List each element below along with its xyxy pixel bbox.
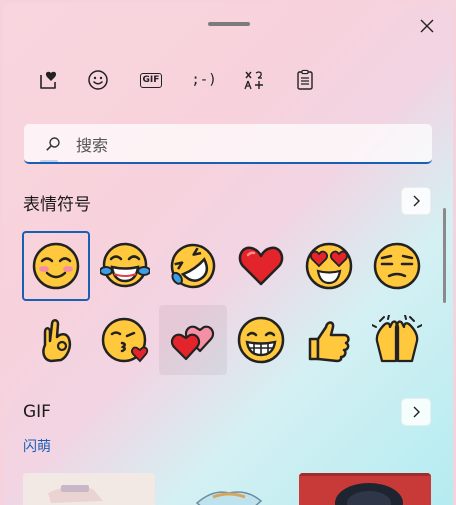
search-input[interactable] [76,134,416,156]
smiling-face-icon [32,242,80,290]
thumbs-up-icon [308,321,350,363]
heart-eyes-icon [305,242,353,290]
emoji-panel: GIF ;-) 表情符号 [3,3,453,505]
emoji-heart-icon [40,71,57,89]
emoji-thumbs-up[interactable] [295,305,363,375]
emoji-tears-of-joy[interactable] [91,231,159,301]
unamused-face-icon [373,242,421,290]
search-box[interactable] [24,124,432,164]
gif-preview-image [299,473,431,505]
emoji-kissing-heart[interactable] [91,305,159,375]
tab-gif[interactable]: GIF [131,63,171,97]
emoji-smiling-face[interactable] [22,231,90,301]
emoji-ok-hand[interactable] [22,305,90,375]
gif-provider-label: 闪萌 [23,439,51,455]
smiley-icon [88,70,108,90]
gif-preview-image [23,473,155,505]
emoji-grinning-face[interactable] [227,305,295,375]
red-heart-icon [238,246,284,286]
tab-kaomoji[interactable]: ;-) [184,63,224,97]
tears-of-joy-icon [100,242,150,288]
tab-symbols[interactable] [234,63,274,97]
ok-hand-icon [42,319,72,363]
emoji-more-button[interactable] [401,187,431,215]
emoji-two-hearts[interactable] [159,305,227,375]
chevron-right-icon [413,406,420,418]
gif-thumbnail-1[interactable] [23,473,155,505]
gif-thumbnail-3[interactable] [299,473,431,505]
gif-more-button[interactable] [401,398,431,426]
gif-icon: GIF [139,72,163,88]
symbols-icon [244,71,263,90]
two-hearts-icon [170,325,215,361]
search-icon [46,137,60,151]
close-icon [420,19,434,33]
gif-thumbnail-2[interactable] [193,487,265,505]
tab-emoji-favorites[interactable] [28,63,68,97]
kissing-heart-icon [101,317,149,363]
grinning-face-icon [237,316,285,364]
tab-clipboard[interactable] [285,63,325,97]
scrollbar-thumb[interactable] [443,208,446,303]
emoji-heart-eyes[interactable] [295,231,363,301]
emoji-unamused-face[interactable] [363,231,431,301]
rolling-laughing-icon [170,243,216,289]
raising-hands-icon [372,315,422,363]
chevron-right-icon [413,195,420,207]
close-button[interactable] [415,14,439,38]
tab-emoji[interactable] [78,63,118,97]
emoji-red-heart[interactable] [227,231,295,301]
gif-section-title: GIF [23,402,51,422]
emoji-section-title: 表情符号 [23,195,91,215]
emoji-raising-hands[interactable] [363,305,431,375]
clipboard-icon [297,69,313,90]
emoji-rolling-laughing[interactable] [159,231,227,301]
gif-preview-image [195,491,263,505]
kaomoji-icon: ;-) [191,72,217,88]
drag-handle[interactable] [208,22,250,26]
